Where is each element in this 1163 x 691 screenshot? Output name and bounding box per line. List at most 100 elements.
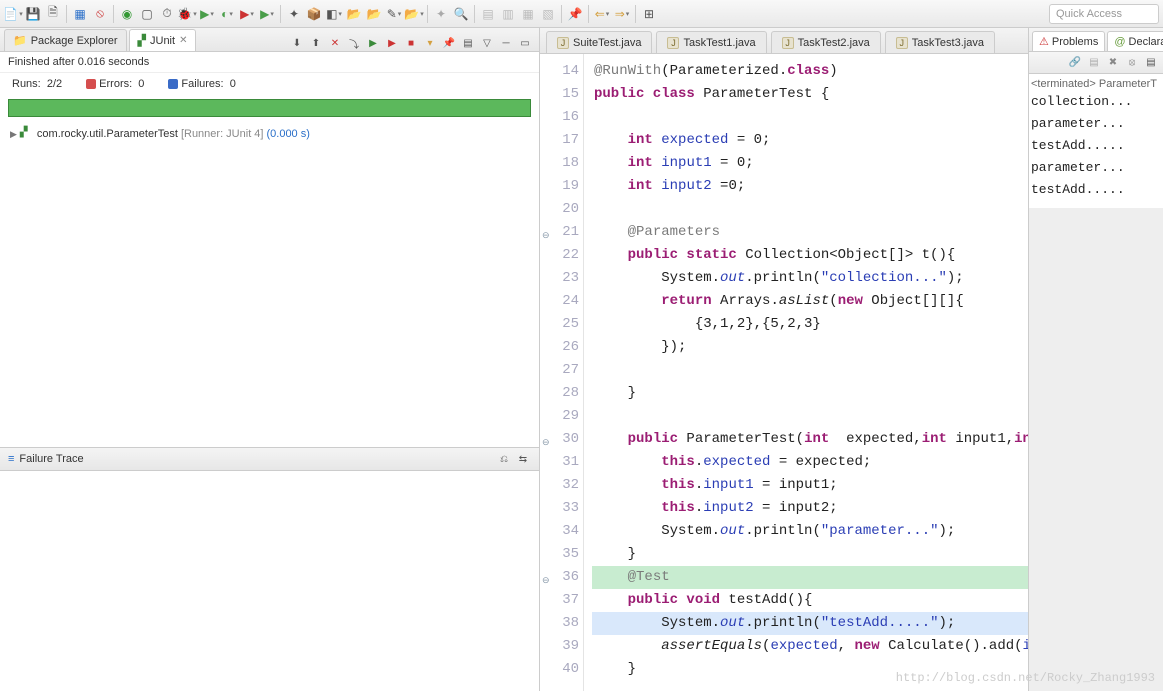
tab-problems[interactable]: ⚠ Problems [1032,31,1105,51]
scroll-icon[interactable]: ▤ [1143,55,1159,71]
test-tree[interactable]: ▶ ▞ com.rocky.util.ParameterTest [Runner… [0,121,539,147]
type-icon[interactable]: ◧ [325,5,343,23]
java-file-icon: J [667,37,679,49]
close-icon[interactable]: ✕ [179,35,187,46]
remove-all-icon[interactable]: ⦻ [1124,55,1140,71]
java-file-icon: J [557,37,569,49]
run-icon[interactable]: ▶ [198,5,216,23]
expand-icon[interactable]: ▶ [10,129,17,140]
tab-label: Declara [1129,36,1163,48]
console-title: <terminated> ParameterT [1031,78,1161,90]
maximize-icon[interactable]: ▭ [517,35,533,51]
package-explorer-icon: 📁 [13,34,27,47]
save-all-icon[interactable]: 🗎 [44,5,62,23]
stopwatch-icon[interactable]: ⏱ [158,5,176,23]
server-icon[interactable]: ◉ [118,5,136,23]
editor-tab[interactable]: JTaskTest3.java [885,31,995,53]
outline1-icon[interactable]: ▤ [479,5,497,23]
tab-package-explorer[interactable]: 📁 Package Explorer [4,29,127,51]
tab-label: Package Explorer [31,35,118,47]
wand-icon[interactable]: ✦ [432,5,450,23]
outline2-icon[interactable]: ▥ [499,5,517,23]
test-time: (0.000 s) [266,128,309,140]
new-icon[interactable]: 📄 [4,5,22,23]
stack-icon: ≡ [8,453,14,465]
filter-stack-icon[interactable]: ⎌ [496,451,512,467]
tab-junit[interactable]: ▞ JUnit ✕ [129,29,197,51]
ext-tools-icon[interactable]: ▶ [238,5,256,23]
failure-trace-header: ≡ Failure Trace ⎌ ⇆ [0,447,539,471]
java-file-icon: J [782,37,794,49]
tab-label: TaskTest2.java [798,37,870,49]
right-tabs: ⚠ Problems @ Declara [1029,28,1163,52]
save-icon[interactable]: 💾 [24,5,42,23]
test-runner: [Runner: JUnit 4] [181,128,264,140]
editor-tab[interactable]: J SuiteTest.java [546,31,652,53]
layout-icon[interactable]: ▤ [460,35,476,51]
forward-icon[interactable]: ⇒ [613,5,631,23]
editor-tab[interactable]: JTaskTest1.java [656,31,766,53]
minimize-icon[interactable]: ─ [498,35,514,51]
junit-status: Finished after 0.016 seconds [0,52,539,73]
code-editor[interactable]: 1415161718192021⊖222324252627282930⊖3132… [540,54,1028,691]
java-file-icon: J [896,37,908,49]
editor-tabs: JSuiteTest.javaJTaskTest1.javaJTaskTest2… [540,28,1028,54]
failure-icon [168,79,178,89]
persp-icon[interactable]: ⊞ [640,5,658,23]
remove-icon[interactable]: ✖ [1105,55,1121,71]
main-toolbar: 📄 💾 🗎 ▦ ⦸ ◉ ▢ ⏱ 🐞 ▶ ◐ ▶ ▶ ✦ 📦 ◧ 📂 📂 ✎ 📂 … [0,0,1163,28]
editor-tab[interactable]: J TaskTest2.java [771,31,881,53]
window-icon[interactable]: ▦ [71,5,89,23]
folder-icon[interactable]: 📂 [405,5,423,23]
console-line: parameter... [1031,116,1161,138]
edit-icon[interactable]: ✎ [385,5,403,23]
problems-icon: ⚠ [1039,35,1049,48]
pin-view-icon[interactable]: 📌 [441,35,457,51]
console-toolbar: 🔗 ▤ ✖ ⦻ ▤ [1029,52,1163,74]
task-icon[interactable]: 📂 [365,5,383,23]
history-icon[interactable]: ▾ [422,35,438,51]
declaration-icon: @ [1114,36,1125,48]
pin-icon[interactable]: 📌 [566,5,584,23]
failures-value: 0 [230,78,236,90]
quick-access-input[interactable]: Quick Access [1049,4,1159,24]
search-icon[interactable]: 🔍 [452,5,470,23]
clear-icon[interactable]: ▤ [1086,55,1102,71]
back-icon[interactable]: ⇐ [593,5,611,23]
stop-icon[interactable]: ⦸ [91,5,109,23]
errors-label: Errors: [99,78,132,90]
show-failed-icon[interactable]: ✕ [327,35,343,51]
outline4-icon[interactable]: ▧ [539,5,557,23]
junit-progress-bar [8,99,531,117]
rerun-icon[interactable]: ▶ [365,35,381,51]
console-line: parameter... [1031,160,1161,182]
debug-icon[interactable]: 🐞 [178,5,196,23]
package-icon[interactable]: 📦 [305,5,323,23]
console-line: collection... [1031,94,1161,116]
outline3-icon[interactable]: ▦ [519,5,537,23]
stop-junit-icon[interactable]: ■ [403,35,419,51]
next-failure-icon[interactable]: ⬇ [289,35,305,51]
console-line: testAdd..... [1031,138,1161,160]
error-icon [86,79,96,89]
failure-trace-label: Failure Trace [19,453,83,465]
gutter: 1415161718192021⊖222324252627282930⊖3132… [540,54,584,691]
prev-failure-icon[interactable]: ⬆ [308,35,324,51]
test-pass-icon: ▞ [20,127,34,141]
runs-label: Runs: [12,78,41,90]
link-icon[interactable]: 🔗 [1067,55,1083,71]
code-area[interactable]: @RunWith(Parameterized.class)public clas… [584,54,1028,691]
run-config-icon[interactable]: ▶ [258,5,276,23]
tab-declaration[interactable]: @ Declara [1107,31,1163,51]
compare-icon[interactable]: ⇆ [515,451,531,467]
profile-icon[interactable]: ▢ [138,5,156,23]
tab-label: SuiteTest.java [573,37,641,49]
menu-icon[interactable]: ▽ [479,35,495,51]
coverage-icon[interactable]: ◐ [218,5,236,23]
generate-icon[interactable]: ✦ [285,5,303,23]
open-icon[interactable]: 📂 [345,5,363,23]
failures-label: Failures: [181,78,223,90]
junit-icon: ▞ [138,34,146,47]
scroll-lock-icon[interactable]: ⤵ [346,35,362,51]
rerun-failed-icon[interactable]: ▶ [384,35,400,51]
